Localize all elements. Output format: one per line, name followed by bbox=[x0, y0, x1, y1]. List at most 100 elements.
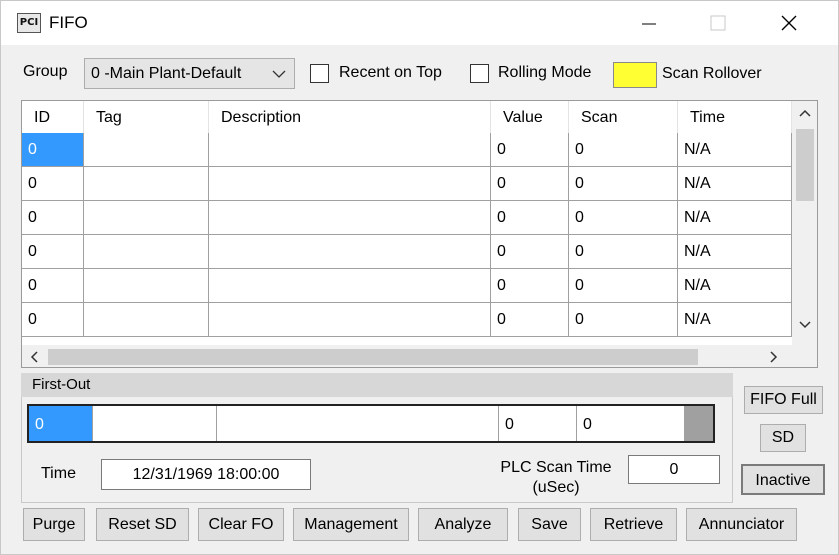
cell-scan[interactable]: 0 bbox=[569, 269, 678, 303]
cell-description[interactable] bbox=[209, 201, 491, 235]
group-select[interactable]: 0 -Main Plant-Default bbox=[84, 58, 295, 89]
cell-value[interactable]: 0 bbox=[491, 269, 569, 303]
cell-time[interactable]: N/A bbox=[678, 269, 792, 303]
first-out-row[interactable]: 0 0 0 bbox=[27, 404, 715, 443]
column-header-id[interactable]: ID bbox=[22, 101, 84, 133]
column-header-time[interactable]: Time bbox=[678, 101, 792, 133]
table-row[interactable]: 0 0 0 N/A bbox=[22, 201, 792, 235]
rolling-mode-checkbox[interactable] bbox=[470, 64, 489, 83]
vertical-scrollbar[interactable] bbox=[792, 101, 817, 345]
cell-scan[interactable]: 0 bbox=[569, 201, 678, 235]
first-out-cell-id[interactable]: 0 bbox=[29, 406, 93, 441]
horizontal-scrollbar[interactable] bbox=[22, 345, 817, 367]
cell-time[interactable]: N/A bbox=[678, 167, 792, 201]
minimize-icon bbox=[642, 23, 656, 25]
cell-id[interactable]: 0 bbox=[22, 269, 84, 303]
cell-time[interactable]: N/A bbox=[678, 133, 792, 167]
cell-value[interactable]: 0 bbox=[491, 235, 569, 269]
cell-id[interactable]: 0 bbox=[22, 303, 84, 337]
grid-header: ID Tag Description Value Scan Time bbox=[22, 101, 792, 133]
maximize-icon bbox=[710, 15, 726, 31]
cell-value[interactable]: 0 bbox=[491, 303, 569, 337]
fifo-full-indicator[interactable]: FIFO Full bbox=[744, 386, 823, 414]
minimize-button[interactable] bbox=[626, 1, 672, 45]
column-header-tag[interactable]: Tag bbox=[84, 101, 209, 133]
cell-description[interactable] bbox=[209, 133, 491, 167]
table-row[interactable]: 0 0 0 N/A bbox=[22, 167, 792, 201]
cell-tag[interactable] bbox=[84, 167, 209, 201]
title-bar: PCI FIFO bbox=[1, 1, 838, 45]
chevron-right-icon[interactable] bbox=[770, 351, 778, 363]
plc-scan-time-label-line1: PLC Scan Time bbox=[500, 459, 612, 476]
maximize-button[interactable] bbox=[695, 1, 741, 45]
fifo-grid[interactable]: ID Tag Description Value Scan Time 0 0 0… bbox=[21, 100, 818, 368]
clear-fo-button[interactable]: Clear FO bbox=[198, 508, 284, 541]
recent-on-top-checkbox[interactable] bbox=[310, 64, 329, 83]
horizontal-scroll-thumb[interactable] bbox=[48, 349, 698, 365]
annunciator-button[interactable]: Annunciator bbox=[686, 508, 797, 541]
close-button[interactable] bbox=[766, 1, 812, 45]
cell-tag[interactable] bbox=[84, 235, 209, 269]
cell-scan[interactable]: 0 bbox=[569, 235, 678, 269]
chevron-up-icon[interactable] bbox=[799, 109, 811, 117]
first-out-cell-scan[interactable]: 0 bbox=[577, 406, 685, 441]
inactive-indicator[interactable]: Inactive bbox=[741, 464, 825, 495]
time-label: Time bbox=[41, 465, 76, 482]
column-header-value[interactable]: Value bbox=[491, 101, 569, 133]
reset-sd-button[interactable]: Reset SD bbox=[96, 508, 189, 541]
first-out-cell-value[interactable]: 0 bbox=[499, 406, 577, 441]
cell-scan[interactable]: 0 bbox=[569, 133, 678, 167]
plc-scan-time-label: PLC Scan Time (uSec) bbox=[491, 458, 621, 498]
cell-description[interactable] bbox=[209, 303, 491, 337]
sd-indicator[interactable]: SD bbox=[760, 424, 806, 452]
rolling-mode-label[interactable]: Rolling Mode bbox=[498, 64, 591, 82]
retrieve-button[interactable]: Retrieve bbox=[590, 508, 677, 541]
purge-button[interactable]: Purge bbox=[23, 508, 85, 541]
table-row[interactable]: 0 0 0 N/A bbox=[22, 269, 792, 303]
table-row[interactable]: 0 0 0 N/A bbox=[22, 303, 792, 337]
plc-scan-time-label-line2: (uSec) bbox=[532, 479, 580, 496]
first-out-header: First-Out bbox=[21, 373, 733, 397]
table-row[interactable]: 0 0 0 N/A bbox=[22, 133, 792, 167]
cell-time[interactable]: N/A bbox=[678, 303, 792, 337]
cell-time[interactable]: N/A bbox=[678, 201, 792, 235]
cell-value[interactable]: 0 bbox=[491, 133, 569, 167]
cell-id[interactable]: 0 bbox=[22, 167, 84, 201]
cell-scan[interactable]: 0 bbox=[569, 167, 678, 201]
management-button[interactable]: Management bbox=[293, 508, 409, 541]
cell-tag[interactable] bbox=[84, 201, 209, 235]
column-header-description[interactable]: Description bbox=[209, 101, 491, 133]
cell-tag[interactable] bbox=[84, 133, 209, 167]
save-button[interactable]: Save bbox=[518, 508, 581, 541]
chevron-down-icon bbox=[272, 70, 286, 78]
first-out-title: First-Out bbox=[32, 376, 91, 393]
chevron-left-icon[interactable] bbox=[30, 351, 38, 363]
cell-description[interactable] bbox=[209, 269, 491, 303]
cell-id[interactable]: 0 bbox=[22, 235, 84, 269]
first-out-row-end bbox=[685, 406, 713, 441]
plc-scan-time-field[interactable]: 0 bbox=[628, 455, 720, 484]
column-header-scan[interactable]: Scan bbox=[569, 101, 678, 133]
first-out-cell-description[interactable] bbox=[217, 406, 499, 441]
first-out-cell-tag[interactable] bbox=[93, 406, 217, 441]
cell-value[interactable]: 0 bbox=[491, 167, 569, 201]
fifo-window: PCI FIFO Group 0 -Main Plant-Default Rec… bbox=[0, 0, 839, 555]
cell-id[interactable]: 0 bbox=[22, 133, 84, 167]
cell-description[interactable] bbox=[209, 167, 491, 201]
chevron-down-icon[interactable] bbox=[799, 321, 811, 329]
scan-rollover-label: Scan Rollover bbox=[662, 65, 762, 82]
app-icon: PCI bbox=[17, 13, 41, 33]
recent-on-top-label[interactable]: Recent on Top bbox=[339, 64, 442, 82]
cell-description[interactable] bbox=[209, 235, 491, 269]
vertical-scroll-thumb[interactable] bbox=[796, 129, 814, 201]
cell-value[interactable]: 0 bbox=[491, 201, 569, 235]
table-row[interactable]: 0 0 0 N/A bbox=[22, 235, 792, 269]
cell-tag[interactable] bbox=[84, 303, 209, 337]
window-title: FIFO bbox=[49, 13, 88, 32]
cell-scan[interactable]: 0 bbox=[569, 303, 678, 337]
cell-time[interactable]: N/A bbox=[678, 235, 792, 269]
cell-tag[interactable] bbox=[84, 269, 209, 303]
analyze-button[interactable]: Analyze bbox=[418, 508, 508, 541]
time-field[interactable]: 12/31/1969 18:00:00 bbox=[101, 459, 311, 490]
cell-id[interactable]: 0 bbox=[22, 201, 84, 235]
